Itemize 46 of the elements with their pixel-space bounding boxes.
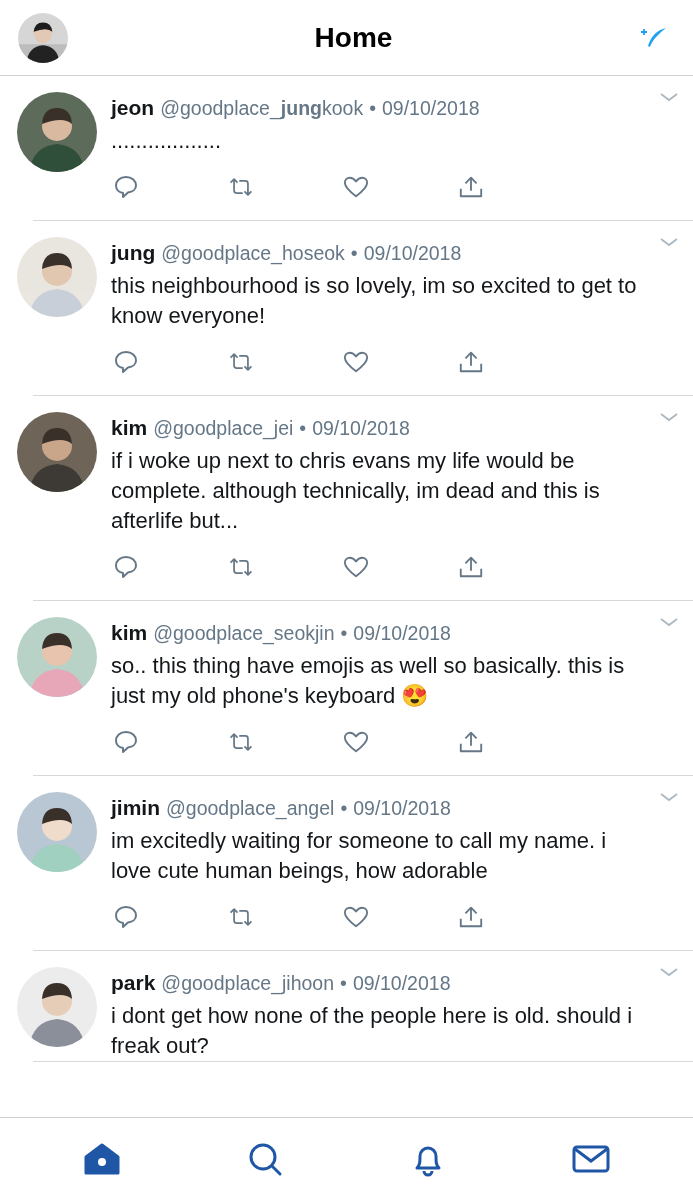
user-name[interactable]: jung bbox=[111, 241, 156, 265]
user-handle: @goodplace_jei bbox=[153, 417, 294, 440]
tweet-text: im excitedly waiting for someone to call my name. i love cute human beings, how adorable bbox=[111, 827, 608, 885]
separator: • bbox=[340, 797, 348, 820]
heart-icon[interactable] bbox=[343, 174, 369, 200]
share-icon[interactable] bbox=[458, 729, 484, 755]
share-icon[interactable] bbox=[458, 554, 484, 580]
user-handle: @goodplace_angel bbox=[166, 797, 335, 820]
tweet-text: .................. bbox=[111, 127, 223, 155]
tweet-text: this neighbourhood is so lovely, im so excited to get to know everyone! bbox=[111, 272, 638, 330]
user-name[interactable]: park bbox=[111, 971, 156, 995]
reply-icon[interactable] bbox=[113, 349, 139, 375]
tweet-date: 09/10/2018 bbox=[363, 242, 462, 265]
share-icon[interactable] bbox=[458, 904, 484, 930]
share-icon[interactable] bbox=[458, 174, 484, 200]
user-handle: @goodplace_jihoon bbox=[161, 972, 335, 995]
user-name[interactable]: kim bbox=[111, 621, 148, 645]
tweet-date: 09/10/2018 bbox=[353, 622, 451, 645]
user-handle: @goodplace_hoseok bbox=[161, 242, 345, 265]
tweet-text: i dont get how none of the people here is old. should i freak out? bbox=[111, 1002, 634, 1060]
separator: • bbox=[299, 417, 307, 440]
heart-icon[interactable] bbox=[343, 904, 369, 930]
page-title: Home bbox=[314, 21, 393, 54]
separator: • bbox=[340, 622, 348, 645]
share-icon[interactable] bbox=[458, 349, 484, 375]
separator: • bbox=[340, 972, 347, 995]
tweet-date: 09/10/2018 bbox=[352, 972, 451, 995]
tweet-text: if i woke up next to chris evans my life would be complete. although technically, im dead and this is afterlife but... bbox=[111, 447, 601, 535]
heart-icon[interactable] bbox=[343, 349, 369, 375]
user-handle: @goodplace_jungkook bbox=[160, 97, 364, 120]
reply-icon[interactable] bbox=[113, 174, 139, 200]
reply-icon[interactable] bbox=[113, 729, 139, 755]
user-name[interactable]: jeon bbox=[111, 96, 155, 120]
heart-icon[interactable] bbox=[343, 554, 369, 580]
separator: • bbox=[369, 97, 376, 120]
user-name[interactable]: jimin bbox=[111, 796, 160, 820]
separator: • bbox=[350, 242, 358, 265]
tweet-text: so.. this thing have emojis as well so basically. this is just my old phone's keyboard 😍 bbox=[111, 652, 626, 710]
tweet-date: 09/10/2018 bbox=[312, 417, 410, 440]
user-name[interactable]: kim bbox=[111, 416, 148, 440]
user-handle: @goodplace_seokjin bbox=[153, 622, 335, 645]
heart-icon[interactable] bbox=[343, 729, 369, 755]
tweet-date: 09/10/2018 bbox=[382, 97, 480, 120]
tweet-date: 09/10/2018 bbox=[353, 797, 451, 820]
reply-icon[interactable] bbox=[113, 554, 139, 580]
reply-icon[interactable] bbox=[113, 904, 139, 930]
